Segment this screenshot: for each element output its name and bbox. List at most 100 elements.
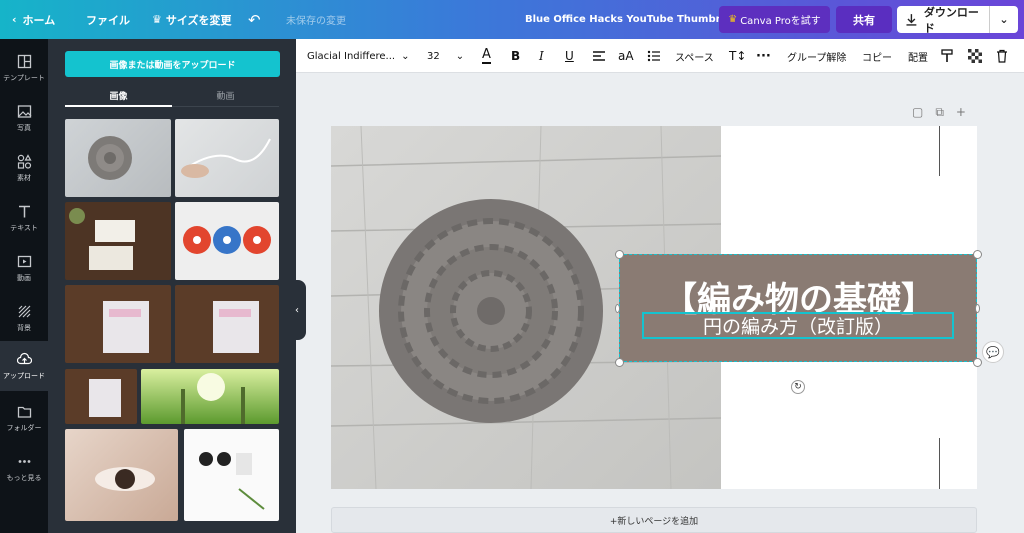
rail-item-more[interactable]: もっと見る [0,443,48,493]
masks-image [69,208,135,270]
unsaved-status: 未保存の変更 [286,16,346,27]
collapse-panel-button[interactable]: ‹ [288,280,306,340]
crochet-circle-image [88,136,132,180]
crochet-flowers-image [183,226,271,254]
home-button[interactable]: ‹ ホーム [12,0,55,39]
resize-handle[interactable] [973,358,982,367]
add-page-icon[interactable]: + [956,105,966,120]
text-direction-icon[interactable]: T↕ [729,39,746,73]
download-button[interactable]: ダウンロード [897,6,989,35]
rail-label: 動画 [17,273,31,282]
crown-icon: ♛ [152,13,162,26]
font-size-select[interactable]: 32 ⌄ [427,39,464,73]
font-size-value: 32 [427,50,440,62]
upload-thumbnail[interactable] [141,369,279,424]
duplicate-page-icon[interactable]: ⧉ [935,105,944,120]
tab-videos[interactable]: 動画 [172,85,279,107]
rail-label: アップロード [3,371,45,380]
arrange-button[interactable]: 配置 [908,39,928,73]
upload-thumbnail[interactable] [175,119,279,197]
rail-item-uploads[interactable]: アップロード [0,341,48,391]
upload-thumbnail[interactable] [65,202,171,280]
page-tools: ▢ ⧉ + [912,105,966,120]
packaged-item-image [213,301,259,353]
resize-handle[interactable] [615,304,620,313]
file-menu[interactable]: ファイル [86,0,130,39]
top-bar: ‹ ホーム ファイル ♛ サイズを変更 ↶ 未保存の変更 Blue Office… [0,0,1024,39]
upload-thumbnail[interactable] [175,202,279,280]
rail-label: もっと見る [6,473,42,482]
upload-thumbnail[interactable] [65,369,137,424]
upload-thumbnail[interactable] [65,119,171,197]
eye-closeup-image [95,467,155,491]
rail-label: テンプレート [3,73,45,82]
rail-label: テキスト [10,223,38,232]
text-color-icon[interactable]: A [482,39,491,73]
resize-label: サイズを変更 [165,13,232,27]
photo-icon [17,104,31,118]
rail-item-videos[interactable]: 動画 [0,243,48,293]
trash-icon[interactable] [996,39,1008,73]
more-icon [18,459,30,463]
try-pro-button[interactable]: ♛ Canva Proを試す [719,6,830,33]
chevron-down-icon[interactable]: ⌄ [990,6,1018,33]
ungroup-button[interactable]: グループ解除 [787,39,846,73]
document-title[interactable]: Blue Office Hacks YouTube Thumbnail [525,0,736,39]
download-button-group: ダウンロード ⌄ [897,6,1018,35]
elements-icon [17,153,32,169]
rail-item-folders[interactable]: フォルダー [0,393,48,443]
bold-icon[interactable]: B [511,39,520,73]
rail-item-elements[interactable]: 素材 [0,143,48,193]
rail-item-templates[interactable]: テンプレート [0,43,48,93]
upload-thumbnail[interactable] [65,285,171,363]
tab-images[interactable]: 画像 [65,85,172,107]
chevron-left-icon: ‹ [295,304,299,316]
text-case-icon[interactable]: aA [618,39,634,73]
upload-thumbnail[interactable] [65,429,178,521]
add-new-page-button[interactable]: +新しいページを追加 [331,507,977,533]
upload-thumbnail[interactable] [175,285,279,363]
try-pro-label: Canva Proを試す [740,16,821,27]
elastic-cord-image [181,138,271,178]
download-icon [906,14,917,26]
note-icon[interactable]: ▢ [912,105,923,120]
font-family-value: Glacial Indiffere... [307,50,396,62]
upload-media-button[interactable]: 画像または動画をアップロード [65,51,280,77]
forest-image [181,373,245,424]
template-icon [17,54,31,68]
resize-handle[interactable] [615,358,624,367]
spacing-button[interactable]: スペース [675,39,714,73]
upload-thumbnail[interactable] [184,429,279,521]
design-page[interactable]: 【編み物の基礎】 円の編み方（改訂版） [331,126,977,489]
copy-button[interactable]: コピー [862,39,892,73]
paint-format-icon[interactable] [941,39,953,73]
rail-item-text[interactable]: テキスト [0,193,48,243]
background-icon [18,305,30,317]
rotate-icon[interactable]: ↻ [791,380,805,394]
guide-line [939,126,940,176]
transparency-icon[interactable] [968,39,982,73]
undo-icon[interactable]: ↶ [248,0,261,39]
underline-icon[interactable]: U [565,39,574,73]
font-family-select[interactable]: Glacial Indiffere... ⌄ [307,39,419,73]
chevron-down-icon: ⌄ [455,50,465,62]
rail-item-photos[interactable]: 写真 [0,93,48,143]
comment-icon[interactable]: 💬 [982,341,1004,363]
rail-item-backgrounds[interactable]: 背景 [0,293,48,343]
chevron-down-icon: ⌄ [401,50,410,62]
italic-icon[interactable]: I [539,39,544,73]
align-icon[interactable] [592,39,606,73]
home-label: ホーム [22,13,56,27]
share-button[interactable]: 共有 [836,6,892,33]
left-rail: テンプレート 写真 素材 テキスト 動画 背景 アップロード フォルダー もっと… [0,39,48,533]
crown-icon: ♛ [728,14,738,25]
more-options-icon[interactable]: ··· [756,39,771,73]
upload-icon [16,352,32,364]
resize-button[interactable]: ♛ サイズを変更 [152,0,232,39]
list-icon[interactable] [647,39,661,73]
resize-handle[interactable] [973,250,982,259]
selection-outline [619,254,977,362]
packaged-item-image [103,301,149,353]
resize-handle[interactable] [615,250,624,259]
resize-handle[interactable] [975,304,980,313]
